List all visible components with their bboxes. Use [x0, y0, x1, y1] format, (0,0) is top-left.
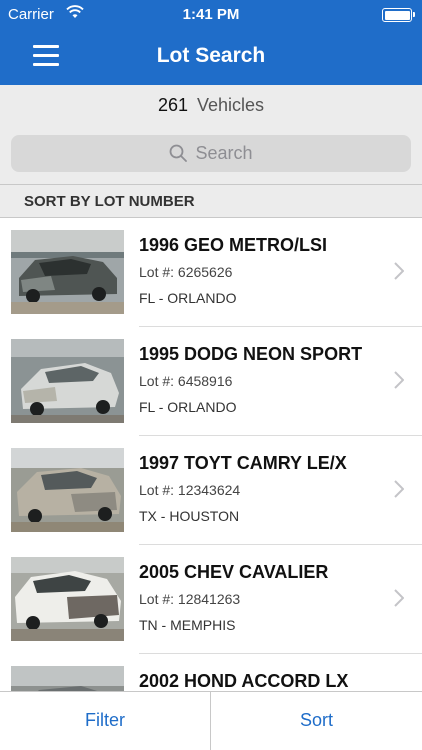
vehicle-title: 2002 HOND ACCORD LX [139, 671, 349, 691]
search-area: 261 Vehicles Search [0, 85, 422, 184]
vehicle-row[interactable]: 1996 GEO METRO/LSI Lot #: 6265626 FL - O… [0, 218, 422, 327]
vehicle-row[interactable]: 1995 DODG NEON SPORT Lot #: 6458916 FL -… [0, 327, 422, 436]
search-input[interactable]: Search [11, 135, 411, 172]
vehicle-photo [11, 448, 124, 532]
vehicle-title: 1997 TOYT CAMRY LE/X [139, 453, 347, 473]
vehicle-title: 1995 DODG NEON SPORT [139, 344, 363, 364]
vehicle-row[interactable]: 2005 CHEV CAVALIER Lot #: 12841263 TN - … [0, 545, 422, 654]
battery-icon [382, 8, 415, 22]
vehicle-count: 261 Vehicles [0, 95, 422, 116]
vehicle-title: 2005 CHEV CAVALIER [139, 562, 329, 582]
vehicle-title: 1996 GEO METRO/LSI [139, 235, 328, 255]
vehicle-row[interactable]: 1997 TOYT CAMRY LE/X Lot #: 12343624 TX … [0, 436, 422, 545]
nav-bar: Lot Search [0, 30, 422, 85]
vehicle-location: FL - ORLANDO [139, 290, 237, 306]
vehicle-photo [11, 666, 124, 691]
vehicle-lot-number: Lot #: 6265626 [139, 264, 233, 280]
vehicle-location: TX - HOUSTON [139, 508, 240, 524]
search-placeholder: Search [195, 143, 253, 163]
sort-section-header: SORT BY LOT NUMBER [0, 184, 422, 218]
sort-header-label: SORT BY LOT NUMBER [24, 193, 195, 210]
vehicle-location: TN - MEMPHIS [139, 617, 236, 633]
bottom-tab-bar: Filter Sort [0, 691, 422, 750]
status-bar: Carrier 1:41 PM [0, 0, 422, 30]
vehicle-count-number: 261 [157, 95, 188, 115]
search-icon [170, 144, 188, 162]
vehicle-count-label: Vehicles [197, 95, 265, 115]
vehicle-photo [11, 339, 124, 423]
filter-button[interactable]: Filter [0, 692, 211, 750]
status-time: 1:41 PM [182, 6, 240, 23]
vehicle-lot-number: Lot #: 12343624 [139, 482, 241, 498]
chevron-right-icon [394, 371, 404, 389]
vehicle-location: FL - ORLANDO [139, 399, 237, 415]
vehicle-photo [11, 557, 124, 641]
vehicle-row[interactable]: 2002 HOND ACCORD LX [0, 654, 422, 691]
sort-label: Sort [299, 710, 333, 730]
chevron-right-icon [394, 262, 404, 280]
sort-button[interactable]: Sort [211, 692, 422, 750]
chevron-right-icon [394, 589, 404, 607]
vehicle-lot-number: Lot #: 6458916 [139, 373, 233, 389]
filter-label: Filter [85, 710, 125, 730]
vehicle-list: 1996 GEO METRO/LSI Lot #: 6265626 FL - O… [0, 218, 422, 691]
page-title: Lot Search [156, 44, 266, 67]
vehicle-lot-number: Lot #: 12841263 [139, 591, 241, 607]
chevron-right-icon [394, 480, 404, 498]
vehicle-photo [11, 230, 124, 314]
